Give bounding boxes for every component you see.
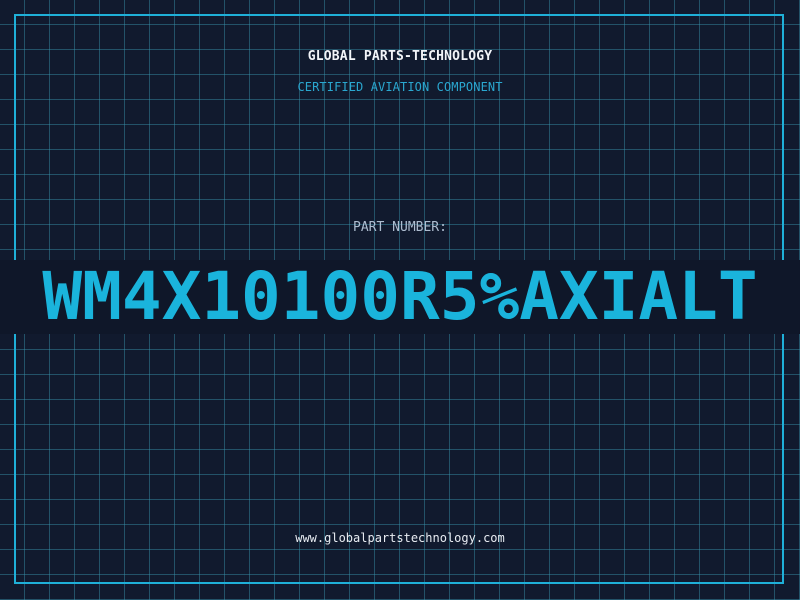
- part-number-label: PART NUMBER:: [353, 220, 447, 235]
- brand-name: GLOBAL PARTS-TECHNOLOGY: [307, 49, 493, 64]
- website-url: www.globalpartstechnology.com: [295, 531, 505, 545]
- part-number-value: WM4X10100R5%AXIALT: [42, 260, 758, 334]
- label-card: GLOBAL PARTS-TECHNOLOGY CERTIFIED AVIATI…: [0, 0, 800, 600]
- certification-subtitle: CERTIFIED AVIATION COMPONENT: [297, 80, 503, 94]
- part-number-band: WM4X10100R5%AXIALT: [0, 260, 800, 334]
